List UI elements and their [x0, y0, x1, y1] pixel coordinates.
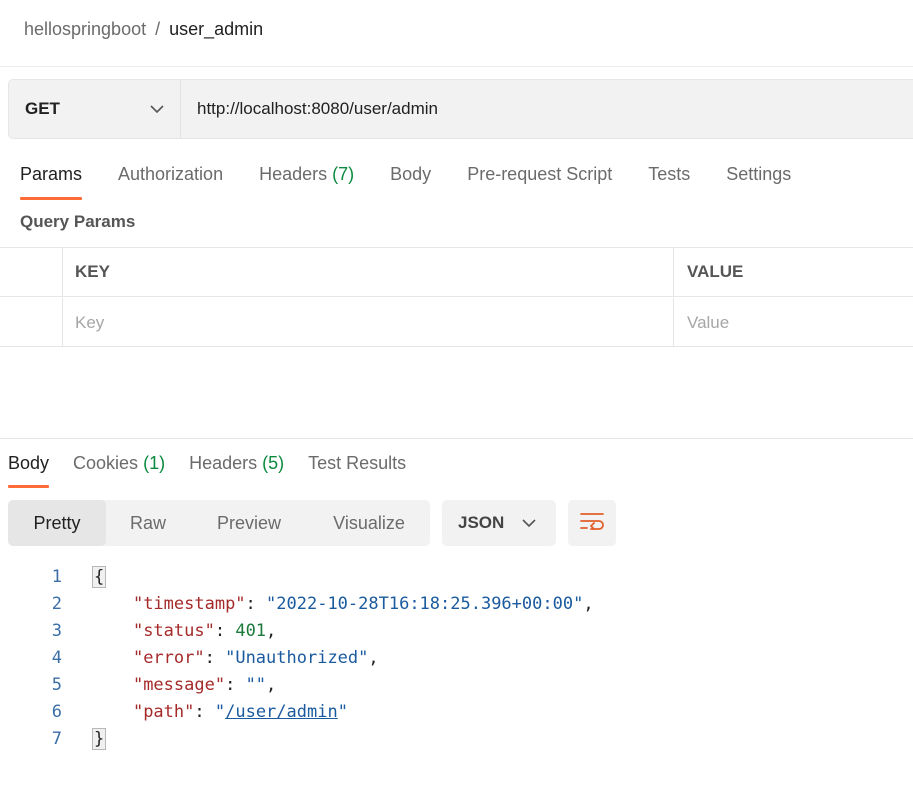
json-value: ""	[245, 674, 267, 695]
line-number: 4	[51, 647, 62, 668]
format-selector: Pretty Raw Preview Visualize	[8, 500, 430, 546]
line-number: 7	[51, 728, 62, 749]
response-headers-count: (5)	[262, 453, 285, 473]
cookies-count: (1)	[143, 453, 166, 473]
json-path-link[interactable]: /user/admin	[225, 702, 338, 722]
tab-label: Test Results	[308, 453, 407, 473]
tab-authorization[interactable]: Authorization	[118, 160, 223, 200]
tab-label: Cookies	[73, 453, 139, 473]
tab-pre-request-script[interactable]: Pre-request Script	[467, 160, 612, 200]
code-line: 2 "timestamp": "2022-10-28T16:18:25.396+…	[0, 590, 913, 617]
wrap-lines-button[interactable]	[568, 500, 616, 546]
json-value: 401	[235, 620, 267, 641]
tab-test-results[interactable]: Test Results	[308, 448, 406, 488]
tab-tests[interactable]: Tests	[648, 160, 690, 200]
tab-cookies[interactable]: Cookies (1)	[73, 448, 165, 488]
code-line: 5 "message": "",	[0, 671, 913, 698]
method-label: GET	[25, 99, 60, 118]
response-body-code[interactable]: 1 { 2 "timestamp": "2022-10-28T16:18:25.…	[0, 563, 913, 752]
format-preview-button[interactable]: Preview	[190, 500, 308, 546]
checkbox-column-header	[0, 248, 63, 296]
breadcrumb: hellospringboot / user_admin	[24, 17, 263, 41]
format-visualize-button[interactable]: Visualize	[308, 500, 430, 546]
header-divider	[0, 66, 913, 67]
table-row: Key Value	[0, 298, 913, 347]
open-brace: {	[92, 565, 107, 588]
json-key: "status"	[132, 620, 215, 641]
code-line: 1 {	[0, 563, 913, 590]
param-value-input[interactable]: Value	[675, 298, 913, 347]
headers-count: (7)	[332, 164, 355, 184]
breadcrumb-separator: /	[155, 18, 161, 39]
tab-label: Body	[8, 453, 50, 473]
format-raw-button[interactable]: Raw	[106, 500, 190, 546]
tab-response-body[interactable]: Body	[8, 448, 50, 488]
json-key: "error"	[132, 647, 205, 668]
line-number: 2	[51, 593, 62, 614]
tab-label: Body	[390, 164, 432, 184]
request-bar: GET http://localhost:8080/user/admin	[8, 79, 913, 139]
response-tabs: Body Cookies (1) Headers (5) Test Result…	[8, 448, 430, 488]
language-label: JSON	[458, 513, 505, 532]
json-value: "2022-10-28T16:18:25.396+00:00"	[266, 593, 584, 614]
wrap-lines-icon	[579, 510, 605, 537]
chevron-down-icon	[150, 102, 164, 116]
table-header-row: KEY VALUE	[0, 248, 913, 297]
url-input[interactable]: http://localhost:8080/user/admin	[181, 80, 913, 138]
close-brace: }	[92, 727, 107, 750]
json-key: "timestamp"	[132, 593, 246, 614]
tab-response-headers[interactable]: Headers (5)	[189, 448, 284, 488]
tab-label: Settings	[726, 164, 792, 184]
tab-headers[interactable]: Headers (7)	[259, 160, 354, 200]
code-line: 6 "path": "/user/admin"	[0, 698, 913, 725]
tab-settings[interactable]: Settings	[726, 160, 791, 200]
line-number: 6	[51, 701, 62, 722]
format-pretty-button[interactable]: Pretty	[8, 500, 106, 546]
line-number: 3	[51, 620, 62, 641]
chevron-down-icon	[522, 516, 536, 530]
code-line: 4 "error": "Unauthorized",	[0, 644, 913, 671]
tab-label: Tests	[648, 164, 691, 184]
tab-label: Authorization	[118, 164, 224, 184]
value-column-header: VALUE	[687, 262, 744, 281]
response-divider[interactable]	[0, 438, 913, 439]
tab-params[interactable]: Params	[20, 160, 83, 200]
param-key-input[interactable]: Key	[63, 298, 674, 347]
method-select[interactable]: GET	[9, 80, 181, 138]
query-params-table: KEY VALUE Key Value	[0, 247, 913, 347]
request-tabs: Params Authorization Headers (7) Body Pr…	[20, 160, 827, 200]
code-line: 3 "status": 401,	[0, 617, 913, 644]
key-column-header: KEY	[63, 248, 674, 296]
query-params-title: Query Params	[20, 212, 136, 231]
json-key: "path"	[132, 701, 195, 722]
tab-label: Pre-request Script	[467, 164, 613, 184]
tab-label: Headers	[259, 164, 328, 184]
breadcrumb-collection[interactable]: hellospringboot	[24, 19, 146, 40]
tab-label: Params	[20, 164, 83, 184]
code-line: 7 }	[0, 725, 913, 752]
breadcrumb-request-name[interactable]: user_admin	[169, 19, 263, 40]
line-number: 1	[51, 566, 62, 587]
row-checkbox-cell	[0, 298, 63, 347]
line-number: 5	[51, 674, 62, 695]
json-value: "Unauthorized"	[225, 647, 369, 668]
language-select[interactable]: JSON	[442, 500, 556, 546]
json-key: "message"	[132, 674, 226, 695]
tab-label: Headers	[189, 453, 258, 473]
tab-body[interactable]: Body	[390, 160, 431, 200]
